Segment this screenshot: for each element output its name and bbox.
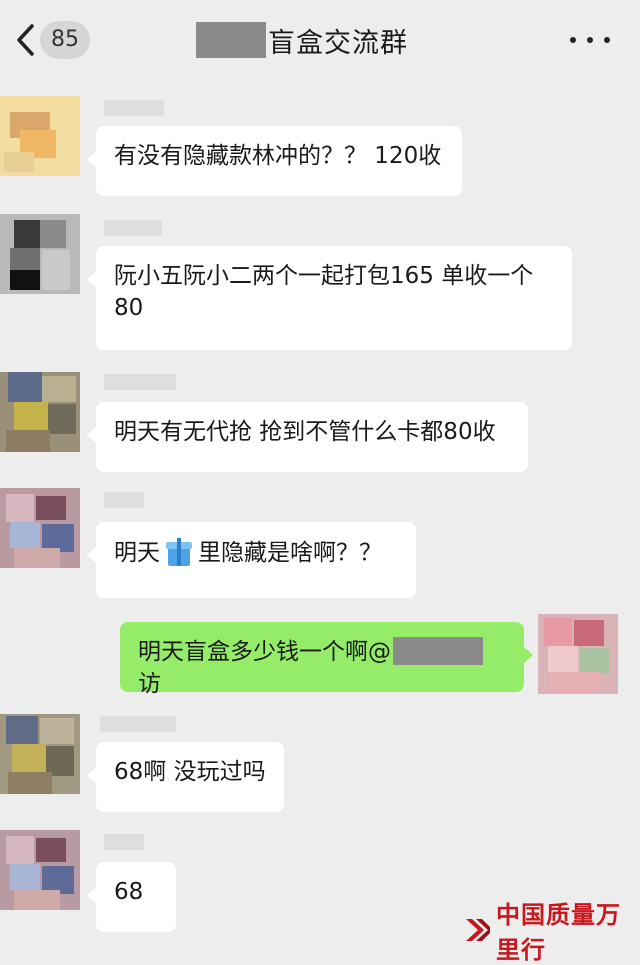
avatar[interactable]: [0, 96, 80, 176]
message-bubble[interactable]: 68: [87, 862, 176, 932]
more-options-icon[interactable]: [570, 24, 610, 56]
avatar[interactable]: [0, 372, 80, 452]
outgoing-message-bubble[interactable]: 明天盲盒多少钱一个啊@ 访: [120, 622, 533, 697]
gift-box-emoji-icon: [166, 536, 192, 566]
chat-title-group[interactable]: 盲盒交流群: [196, 20, 408, 60]
avatar[interactable]: [0, 830, 80, 910]
message-text-end: 里隐藏是啥啊？？: [198, 540, 382, 566]
message-text: 有没有隐藏款林冲的？？ 120收: [114, 143, 442, 169]
sender-name-blurred: [104, 100, 164, 116]
unread-count-badge[interactable]: 85: [40, 21, 90, 59]
message-text-end: 访: [138, 671, 161, 697]
sender-name-blurred: [104, 374, 176, 390]
message-bubble[interactable]: 明天有无代抢 抢到不管什么卡都80收: [87, 402, 528, 472]
message-bubble[interactable]: 68啊 没玩过吗: [87, 742, 284, 812]
message-text: 68: [114, 879, 144, 905]
avatar[interactable]: [0, 488, 80, 568]
message-text: 68啊 没玩过吗: [114, 759, 266, 785]
mention-redaction-mask: [393, 637, 483, 665]
sender-name-blurred: [104, 220, 162, 236]
message-text-start: 明天: [114, 540, 160, 566]
chat-title: 盲盒交流群: [268, 27, 408, 59]
message-bubble[interactable]: 有没有隐藏款林冲的？？ 120收: [87, 126, 462, 196]
message-bubble[interactable]: 阮小五阮小二两个一起打包165 单收一个80: [87, 246, 572, 350]
title-redaction-mask: [196, 22, 266, 58]
avatar[interactable]: [0, 714, 80, 794]
message-text: 明天有无代抢 抢到不管什么卡都80收: [114, 419, 496, 445]
avatar[interactable]: [538, 614, 618, 694]
watermark-logo-icon: [462, 915, 492, 945]
message-text-start: 明天盲盒多少钱一个啊@: [138, 639, 391, 665]
message-text: 阮小五阮小二两个一起打包165 单收一个80: [114, 263, 534, 321]
back-chevron-icon[interactable]: [8, 22, 42, 58]
message-bubble[interactable]: 明天 里隐藏是啥啊？？: [87, 522, 416, 598]
avatar[interactable]: [0, 214, 80, 294]
chat-header: 85 盲盒交流群: [0, 0, 640, 80]
watermark-text: 中国质量万里行: [496, 900, 621, 964]
sender-name-blurred: [104, 834, 144, 850]
sender-name-blurred: [104, 492, 144, 508]
publisher-watermark: 中国质量万里行: [462, 900, 640, 964]
sender-name-blurred: [100, 716, 176, 732]
